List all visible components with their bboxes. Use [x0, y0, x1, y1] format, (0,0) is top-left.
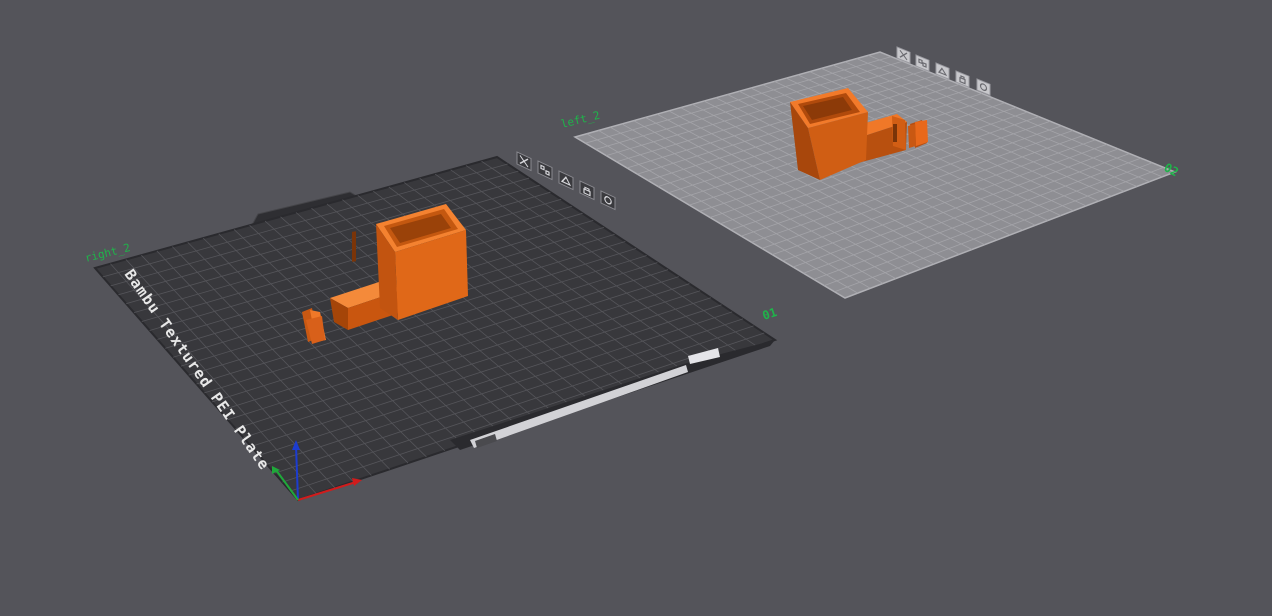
3d-viewport[interactable]: left_2 02 Bambu Textured PEI Plate right…	[0, 0, 1272, 616]
plate-01-arrange-button[interactable]	[537, 160, 553, 181]
plate-01-settings-button[interactable]	[600, 190, 616, 211]
plate-01-close-button[interactable]	[516, 151, 532, 172]
plate-01[interactable]: Bambu Textured PEI Plate right_2 01	[84, 151, 779, 502]
plate-01-lock-button[interactable]	[579, 180, 595, 201]
plate-02-name-label[interactable]: left_2	[560, 109, 602, 131]
plate-01-number-label: 01	[761, 305, 779, 323]
plate-01-orient-button[interactable]	[558, 170, 574, 191]
